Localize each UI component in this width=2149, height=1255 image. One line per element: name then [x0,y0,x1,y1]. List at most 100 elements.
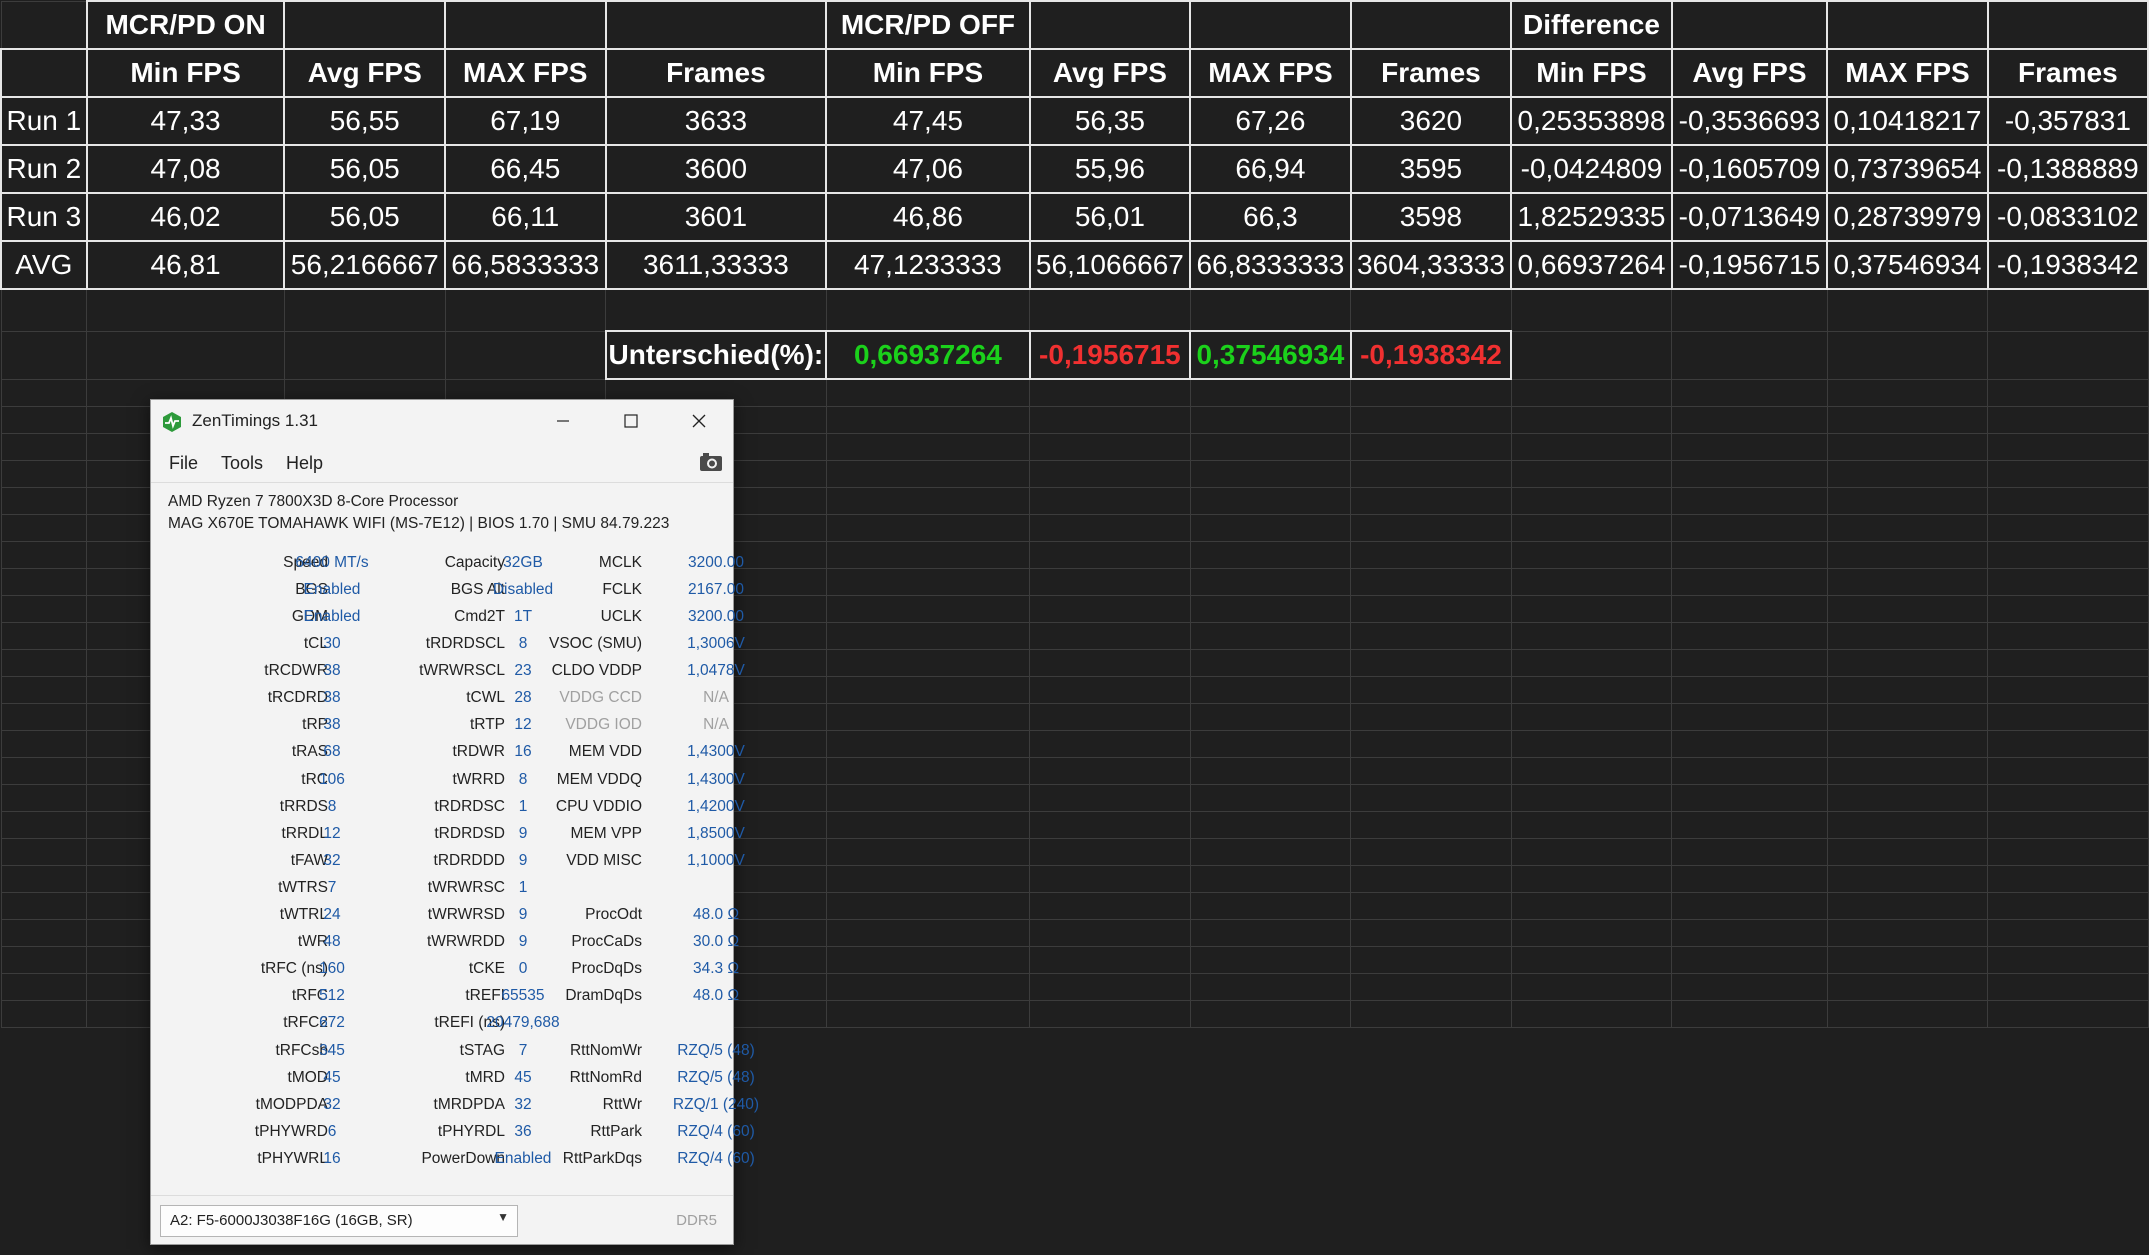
cell[interactable] [1987,568,2149,596]
cell[interactable] [1826,0,1989,50]
cell[interactable] [1987,838,2149,866]
data-cell[interactable]: -0,0424809 [1510,144,1673,194]
cell[interactable] [1826,514,1989,542]
cell[interactable] [1671,892,1828,920]
cell[interactable] [0,406,88,434]
cell[interactable] [0,487,88,515]
cell[interactable] [1671,378,1828,407]
cell[interactable] [825,973,1031,1001]
cell[interactable] [1671,838,1828,866]
cell[interactable] [1510,433,1673,461]
cell[interactable] [1189,460,1352,488]
data-cell[interactable]: 3604,33333 [1349,240,1513,290]
cell[interactable] [1189,865,1352,893]
cell[interactable] [0,622,88,650]
cell[interactable] [1826,757,1989,785]
cell[interactable] [1350,649,1512,677]
data-cell[interactable]: 47,08 [85,144,286,194]
cell[interactable] [1350,406,1512,434]
cell[interactable] [1350,703,1512,731]
cell[interactable] [1510,378,1673,407]
cell[interactable] [1029,892,1191,920]
cell[interactable] [1189,784,1352,812]
column-header[interactable]: MAX FPS [1189,48,1352,98]
cell[interactable] [825,406,1031,434]
data-cell[interactable]: 3620 [1349,96,1513,146]
cell[interactable] [0,946,88,974]
cell[interactable] [1029,487,1191,515]
cell[interactable] [1671,622,1828,650]
data-cell[interactable]: 66,45 [444,144,607,194]
cell[interactable] [1671,406,1828,434]
cell[interactable] [1987,288,2149,332]
cell[interactable] [1670,0,1829,50]
group-header-difference[interactable]: Difference [1510,0,1673,50]
data-cell[interactable]: -0,3536693 [1670,96,1829,146]
cell[interactable] [1189,595,1352,623]
cell[interactable] [0,730,88,758]
menu-help[interactable]: Help [286,453,323,474]
data-cell[interactable]: 56,05 [283,144,446,194]
cell[interactable] [1029,946,1191,974]
cell[interactable] [825,757,1031,785]
data-cell[interactable]: 56,01 [1028,192,1192,242]
cell[interactable] [1510,487,1673,515]
row-label[interactable]: Run 1 [0,96,88,146]
cell[interactable] [825,378,1031,407]
cell[interactable] [1029,865,1191,893]
cell[interactable] [0,1000,88,1028]
cell[interactable] [283,288,446,332]
cell[interactable] [604,0,828,50]
cell[interactable] [1987,514,2149,542]
cell[interactable] [1189,676,1352,704]
cell[interactable] [1189,811,1352,839]
cell[interactable] [1189,1000,1352,1028]
cell[interactable] [1826,703,1989,731]
data-cell[interactable]: 66,8333333 [1189,240,1352,290]
cell[interactable] [283,330,446,380]
cell[interactable] [86,288,285,332]
column-header[interactable]: Frames [1986,48,2149,98]
cell[interactable] [1510,460,1673,488]
cell[interactable] [1189,703,1352,731]
cell[interactable] [1826,406,1989,434]
data-cell[interactable]: 66,5833333 [444,240,607,290]
cell[interactable] [1987,595,2149,623]
cell[interactable] [1510,973,1673,1001]
cell[interactable] [1510,838,1673,866]
cell[interactable] [1189,541,1352,569]
data-cell[interactable]: 46,02 [85,192,286,242]
data-cell[interactable]: 3633 [604,96,828,146]
cell[interactable] [1350,433,1512,461]
cell[interactable] [0,703,88,731]
cell[interactable] [0,676,88,704]
cell[interactable] [1029,406,1191,434]
data-cell[interactable]: 47,1233333 [825,240,1031,290]
cell[interactable] [1350,838,1512,866]
cell[interactable] [1189,649,1352,677]
cell[interactable] [825,487,1031,515]
data-cell[interactable]: 56,55 [283,96,446,146]
cell[interactable] [1510,330,1673,380]
cell[interactable] [1510,595,1673,623]
cell[interactable] [825,919,1031,947]
difference-percent-value[interactable]: 0,66937264 [825,330,1031,380]
cell[interactable] [1350,487,1512,515]
camera-icon[interactable] [699,452,723,472]
cell[interactable] [1350,676,1512,704]
cell[interactable] [1987,811,2149,839]
cell[interactable] [1189,0,1352,50]
cell[interactable] [1350,568,1512,596]
cell[interactable] [1671,865,1828,893]
difference-percent-value[interactable]: 0,37546934 [1189,330,1352,380]
cell[interactable] [1029,622,1191,650]
data-cell[interactable]: 0,10418217 [1826,96,1989,146]
cell[interactable] [1510,865,1673,893]
cell[interactable] [1350,1000,1512,1028]
data-cell[interactable]: -0,1956715 [1670,240,1829,290]
cell[interactable] [825,568,1031,596]
cell[interactable] [1826,919,1989,947]
cell[interactable] [1671,946,1828,974]
cell[interactable] [0,541,88,569]
difference-percent-value[interactable]: -0,1956715 [1028,330,1192,380]
